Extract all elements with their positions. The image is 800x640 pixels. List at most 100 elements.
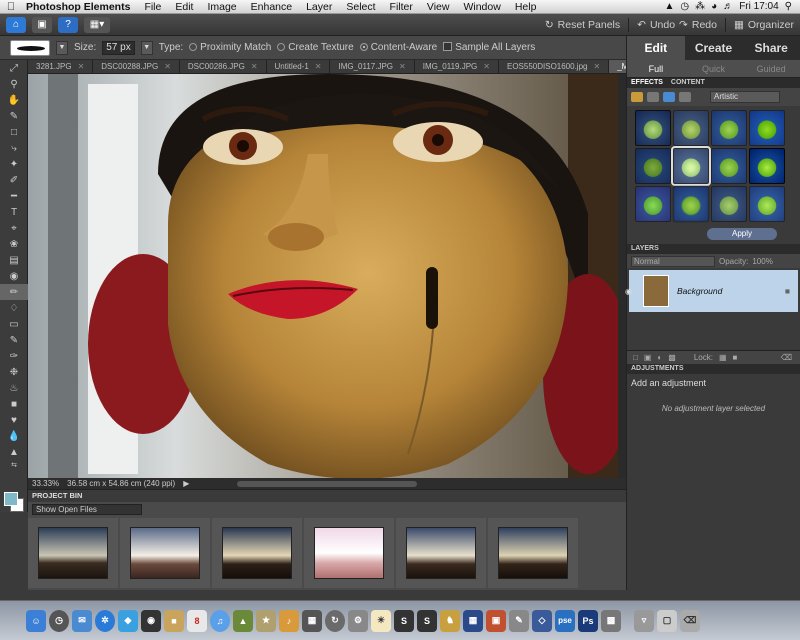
layer-styles-icon[interactable] [647, 92, 659, 102]
cookie-cutter-tool-icon[interactable]: ❀ [0, 236, 28, 252]
photo-booth-icon[interactable]: ◉ [141, 609, 161, 632]
layout-menu-icon[interactable]: ▦▾ [84, 16, 110, 33]
quick-selection-tool-icon[interactable]: ✐ [0, 172, 28, 188]
close-icon[interactable]: ✕ [315, 60, 322, 73]
size-input[interactable]: 57 px [102, 40, 135, 55]
photo-effects-icon[interactable] [663, 92, 675, 102]
photoshop-elements-icon[interactable]: pse [555, 609, 575, 632]
custom-shape-tool-icon[interactable]: ♥ [0, 412, 28, 428]
menu-enhance[interactable]: Enhance [244, 1, 299, 13]
reset-panels-button[interactable]: Reset Panels [558, 19, 620, 31]
opacity-value[interactable]: 100% [752, 257, 772, 266]
chess-icon[interactable]: ♞ [440, 609, 460, 632]
pencil-tool-icon[interactable]: ✎ [0, 332, 28, 348]
effect-thumbnail[interactable] [711, 110, 747, 146]
menu-layer[interactable]: Layer [299, 1, 339, 13]
imovie-icon[interactable]: ★ [256, 609, 276, 632]
vertical-scrollbar[interactable] [618, 74, 626, 478]
document-tab[interactable]: EOS550DISO1600.jpg ✕ [498, 60, 610, 73]
bin-thumbnail[interactable] [28, 518, 118, 588]
help-icon[interactable]: ? [58, 16, 78, 33]
sample-all-checkbox[interactable]: Sample All Layers [443, 42, 535, 53]
bluetooth-icon[interactable]: ⁂ [695, 1, 705, 12]
document-tab[interactable]: Untitled-1 ✕ [266, 60, 331, 73]
close-icon[interactable]: ✕ [399, 60, 406, 73]
bin-thumbnail[interactable] [304, 518, 394, 588]
clock[interactable]: Fri 17:04 [739, 1, 778, 12]
organizer-button[interactable]: Organizer [748, 19, 794, 31]
tab-effects[interactable]: EFFECTS [631, 78, 663, 88]
terminal-icon[interactable]: ▩ [601, 609, 621, 632]
dashboard-icon[interactable]: ◷ [49, 609, 69, 632]
eye-icon[interactable]: ◉ [625, 287, 632, 296]
eyedropper-tool-icon[interactable]: ✎ [0, 108, 28, 124]
foreground-color-swatch[interactable] [4, 492, 18, 506]
bin-thumbnail[interactable] [396, 518, 486, 588]
show-open-files-dropdown[interactable]: Show Open Files [32, 504, 142, 515]
blur-tool-icon[interactable]: 💧 [0, 428, 28, 444]
iphoto-icon[interactable]: ▲ [233, 609, 253, 632]
layer-row-background[interactable]: ◉ Background ■ [625, 270, 798, 312]
status-menu-icon[interactable]: ▶ [183, 479, 189, 488]
brush-tool-icon[interactable]: ✑ [0, 348, 28, 364]
blend-mode-dropdown[interactable]: Normal [631, 255, 715, 267]
smart-brush-tool-icon[interactable]: ❉ [0, 364, 28, 380]
menu-app[interactable]: Photoshop Elements [22, 1, 137, 13]
menu-edit[interactable]: Edit [168, 1, 200, 13]
safari-icon[interactable]: ✲ [95, 609, 115, 632]
straighten-tool-icon[interactable]: ━ [0, 188, 28, 204]
document-tab[interactable]: DSC00286.JPG ✕ [179, 60, 267, 73]
documents-icon[interactable]: ▢ [657, 609, 677, 632]
tab-quick[interactable]: Quick [685, 60, 743, 77]
home-icon[interactable]: ⌂ [6, 16, 26, 33]
photoshop-icon[interactable]: Ps [578, 609, 598, 632]
type-tool-icon[interactable]: T [0, 204, 28, 220]
effect-thumbnail-selected[interactable] [671, 146, 711, 186]
apply-button[interactable]: Apply [707, 228, 777, 240]
close-icon[interactable]: ✕ [483, 60, 490, 73]
preview-icon[interactable]: ▣ [486, 609, 506, 632]
bin-thumbnail[interactable] [488, 518, 578, 588]
time-machine-icon[interactable]: ◷ [680, 1, 689, 12]
effect-thumbnail[interactable] [635, 186, 671, 222]
address-book-icon[interactable]: ■ [164, 609, 184, 632]
effect-thumbnail[interactable] [749, 110, 785, 146]
show-all-icon[interactable] [679, 92, 691, 102]
red-eye-tool-icon[interactable]: ◉ [0, 268, 28, 284]
apple-icon[interactable]:  [0, 1, 22, 13]
menu-file[interactable]: File [137, 1, 168, 13]
wifi-icon[interactable]: ◕ [711, 1, 717, 12]
skype-icon[interactable]: S [394, 609, 414, 632]
dropbox-icon[interactable]: ▲ [665, 1, 675, 12]
tab-guided[interactable]: Guided [742, 60, 800, 77]
proximity-radio[interactable]: Proximity Match [189, 42, 271, 53]
swap-colors-icon[interactable]: ⇆ [0, 460, 28, 470]
time-machine-dock-icon[interactable]: ↻ [325, 609, 345, 632]
lock-transparency-icon[interactable]: ▦ [719, 353, 727, 362]
hand-tool-icon[interactable]: ✋ [0, 92, 28, 108]
finder-icon[interactable]: ☺ [26, 609, 46, 632]
spaces-icon[interactable]: ▦ [302, 609, 322, 632]
effect-thumbnail[interactable] [673, 186, 709, 222]
trash-dock-icon[interactable]: ⌫ [680, 609, 700, 632]
effect-thumbnail[interactable] [673, 110, 709, 146]
redo-button[interactable]: Redo [692, 19, 717, 31]
effect-thumbnail[interactable] [749, 186, 785, 222]
close-icon[interactable]: ✕ [593, 60, 600, 73]
effects-category-dropdown[interactable]: Artistic [710, 91, 780, 103]
brush-preview[interactable] [10, 39, 50, 56]
itunes-icon[interactable]: ♫ [210, 609, 230, 632]
new-group-icon[interactable]: ▣ [644, 353, 652, 362]
document-tab[interactable]: DSC00288.JPG ✕ [93, 60, 180, 73]
clone-stamp-tool-icon[interactable]: ♢ [0, 300, 28, 316]
skype-2-icon[interactable]: S [417, 609, 437, 632]
menu-window[interactable]: Window [456, 1, 507, 13]
magic-wand-tool-icon[interactable]: ✦ [0, 156, 28, 172]
ical-icon[interactable]: 8 [187, 609, 207, 632]
marquee-tool-icon[interactable]: □ [0, 124, 28, 140]
system-preferences-icon[interactable]: ⚙ [348, 609, 368, 632]
trash-icon[interactable]: ⌫ [781, 353, 792, 362]
horizontal-scrollbar[interactable] [237, 480, 418, 487]
brush-dropdown[interactable]: ▼ [56, 40, 68, 55]
recompose-tool-icon[interactable]: ▤ [0, 252, 28, 268]
